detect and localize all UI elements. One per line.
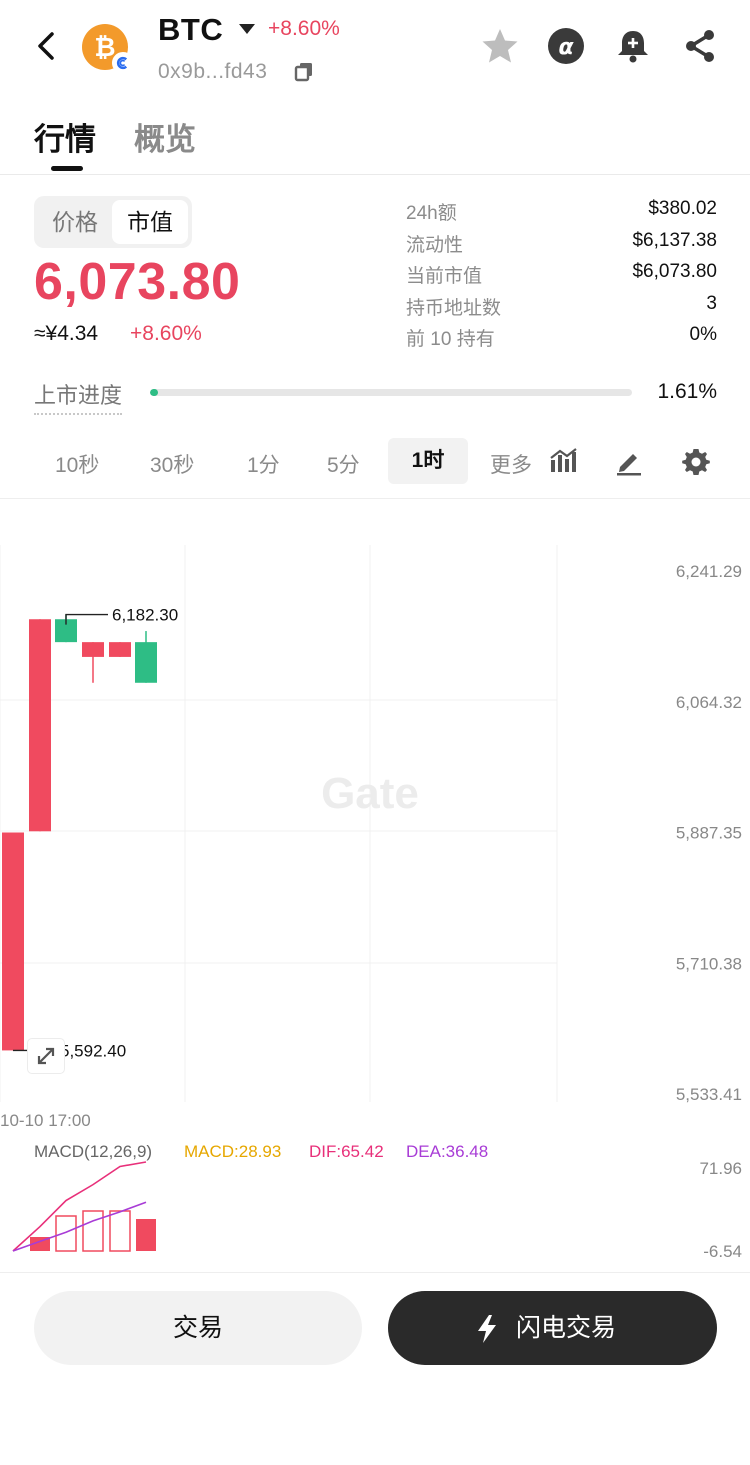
listing-progress-fill (150, 389, 158, 396)
y-axis-tick: 6,064.32 (676, 693, 742, 712)
toggle-price[interactable]: 价格 (38, 200, 112, 244)
coin-logo: ₿ (82, 24, 134, 74)
candle-body (82, 642, 104, 657)
interval-30s[interactable]: 30秒 (150, 449, 194, 479)
current-value: 6,073.80 (34, 253, 241, 311)
stat-label-top10: 前 10 持有 (406, 329, 495, 350)
stat-label-holders: 持币地址数 (406, 298, 502, 319)
header-change-pct: +8.60% (268, 17, 340, 40)
divider (0, 498, 750, 499)
interval-10s[interactable]: 10秒 (55, 449, 99, 479)
indicators-icon[interactable] (548, 446, 578, 476)
candle-body (29, 619, 51, 832)
listing-progress-value: 1.61% (657, 380, 717, 403)
flash-trade-button[interactable]: 闪电交易 (388, 1291, 717, 1365)
interval-1h[interactable]: 1时 (388, 438, 468, 484)
watermark: Gate (321, 769, 419, 818)
lightning-icon (478, 1315, 496, 1343)
low-price-label: 5,592.40 (60, 1041, 126, 1060)
chain-badge-icon (112, 52, 134, 74)
cny-price: ≈¥4.34 (34, 322, 99, 345)
interval-more[interactable]: 更多 (490, 449, 538, 479)
token-symbol[interactable]: BTC (158, 12, 223, 48)
macd-chart: 71.96 -6.54 (12, 1159, 742, 1261)
chart-grid (0, 545, 558, 1102)
listing-progress-bar (150, 389, 632, 396)
alpha-icon[interactable]: α (546, 26, 586, 66)
settings-gear-icon[interactable] (681, 446, 711, 476)
y-axis-tick: 6,241.29 (676, 562, 742, 581)
tab-market[interactable]: 行情 (34, 114, 96, 159)
y-axis-tick: 5,887.35 (676, 824, 742, 843)
stat-value-liquidity: $6,137.38 (632, 230, 717, 251)
macd-histogram-bar (55, 1215, 77, 1252)
y-axis-tick: 5,533.41 (676, 1085, 742, 1104)
flash-trade-label: 闪电交易 (516, 1314, 617, 1342)
price-mode-toggle[interactable]: 价格 市值 (34, 196, 192, 248)
interval-5m[interactable]: 5分 (327, 449, 360, 479)
macd-y-bottom: -6.54 (703, 1242, 742, 1261)
expand-chart-button[interactable] (27, 1038, 65, 1074)
interval-1m[interactable]: 1分 (247, 449, 280, 479)
expand-icon (37, 1047, 55, 1065)
x-axis-tick: 10-10 17:00 (0, 1111, 91, 1130)
divider (0, 1272, 750, 1273)
tab-overview[interactable]: 概览 (134, 114, 196, 159)
stat-value-market-cap: $6,073.80 (632, 261, 717, 282)
candle-body (135, 642, 157, 683)
add-alert-bell-icon[interactable] (613, 26, 653, 66)
back-arrow-icon[interactable] (30, 28, 62, 64)
stat-label-market-cap: 当前市值 (406, 266, 483, 287)
caret-down-icon[interactable] (239, 24, 255, 34)
candle-body (109, 642, 131, 657)
macd-histogram-bar (109, 1210, 131, 1252)
y-axis-tick: 5,710.38 (676, 954, 742, 973)
stat-value-volume: $380.02 (648, 198, 717, 219)
trade-button[interactable]: 交易 (34, 1291, 362, 1365)
draw-pen-icon[interactable] (614, 446, 644, 476)
share-icon[interactable] (680, 26, 720, 66)
listing-progress-label[interactable]: 上市进度 (34, 378, 123, 415)
stat-label-liquidity: 流动性 (406, 235, 464, 256)
toggle-market-cap[interactable]: 市值 (112, 200, 188, 244)
contract-address: 0x9b...fd43 (158, 60, 268, 83)
star-icon[interactable] (480, 26, 520, 66)
price-change-pct: +8.60% (130, 322, 202, 345)
stat-value-top10: 0% (689, 324, 717, 345)
stat-label-volume: 24h额 (406, 203, 457, 224)
macd-histogram-bar (136, 1219, 156, 1251)
macd-histogram-bar (82, 1210, 104, 1252)
macd-y-top: 71.96 (699, 1159, 742, 1178)
candle-body (2, 832, 24, 1051)
svg-text:α: α (558, 35, 574, 60)
divider (0, 174, 750, 175)
active-tab-indicator (51, 166, 83, 171)
high-price-label: 6,182.30 (112, 606, 178, 625)
candlestick-chart[interactable]: Gate 6,241.29 6,064.32 5,887.35 5,710.38 5,5… (0, 500, 750, 1140)
copy-icon[interactable] (293, 60, 315, 82)
stat-value-holders: 3 (706, 293, 717, 314)
